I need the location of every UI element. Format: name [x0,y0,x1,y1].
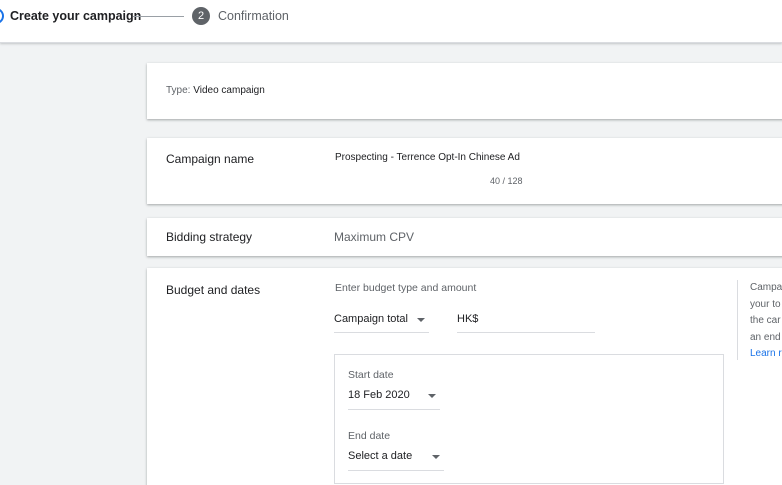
end-date-label: End date [348,430,391,442]
start-date-dropdown[interactable]: 18 Feb 2020 [348,389,440,410]
step-2-label[interactable]: Confirmation [218,9,289,23]
stepper-connector [133,16,184,17]
bidding-strategy-card[interactable]: Bidding strategy Maximum CPV [147,218,782,256]
campaign-type-value: Video campaign [193,85,265,96]
start-date-label: Start date [348,369,394,381]
currency-prefix: HK$ [457,313,479,325]
step-1-label[interactable]: Create your campaign [10,9,141,23]
help-text-line: an end [750,331,781,343]
help-text-line: the car [750,315,781,326]
dropdown-arrow-icon [432,455,440,459]
campaign-name-label: Campaign name [166,152,255,166]
dropdown-arrow-icon [428,394,436,398]
budget-and-dates-card: Budget and dates Enter budget type and a… [147,268,782,485]
budget-help-panel: Campa your to the car an end Learn r [737,280,782,360]
dropdown-arrow-icon [417,318,425,322]
campaign-type: Type: Video campaign [166,85,265,96]
campaign-stepper: Create your campaign 2 Confirmation [0,0,782,43]
learn-more-link[interactable]: Learn r [750,346,782,360]
step-2-number-badge: 2 [192,7,210,25]
budget-hint: Enter budget type and amount [335,282,477,294]
bidding-strategy-value[interactable]: Maximum CPV [334,230,414,244]
budget-type-dropdown[interactable]: Campaign total [334,313,429,333]
bidding-strategy-label: Bidding strategy [166,230,253,244]
date-range-box: Start date 18 Feb 2020 End date Select a… [334,354,724,484]
campaign-name-char-counter: 40 / 128 [490,176,523,186]
help-text-line: Campa [750,282,782,293]
end-date-value: Select a date [348,450,413,462]
campaign-name-card[interactable]: Campaign name Prospecting - Terrence Opt… [147,138,782,204]
campaign-name-field[interactable]: Prospecting - Terrence Opt-In Chinese Ad [335,152,520,163]
start-date-value: 18 Feb 2020 [348,389,410,401]
campaign-type-key: Type: [166,85,191,96]
help-text-line: your to [750,298,781,310]
budget-and-dates-label: Budget and dates [166,283,261,297]
end-date-dropdown[interactable]: Select a date [348,450,444,471]
budget-amount-input[interactable]: HK$ [457,313,595,333]
step-1-indicator-icon [0,8,4,24]
campaign-type-card: Type: Video campaign [147,63,782,119]
budget-type-value: Campaign total [334,313,408,325]
